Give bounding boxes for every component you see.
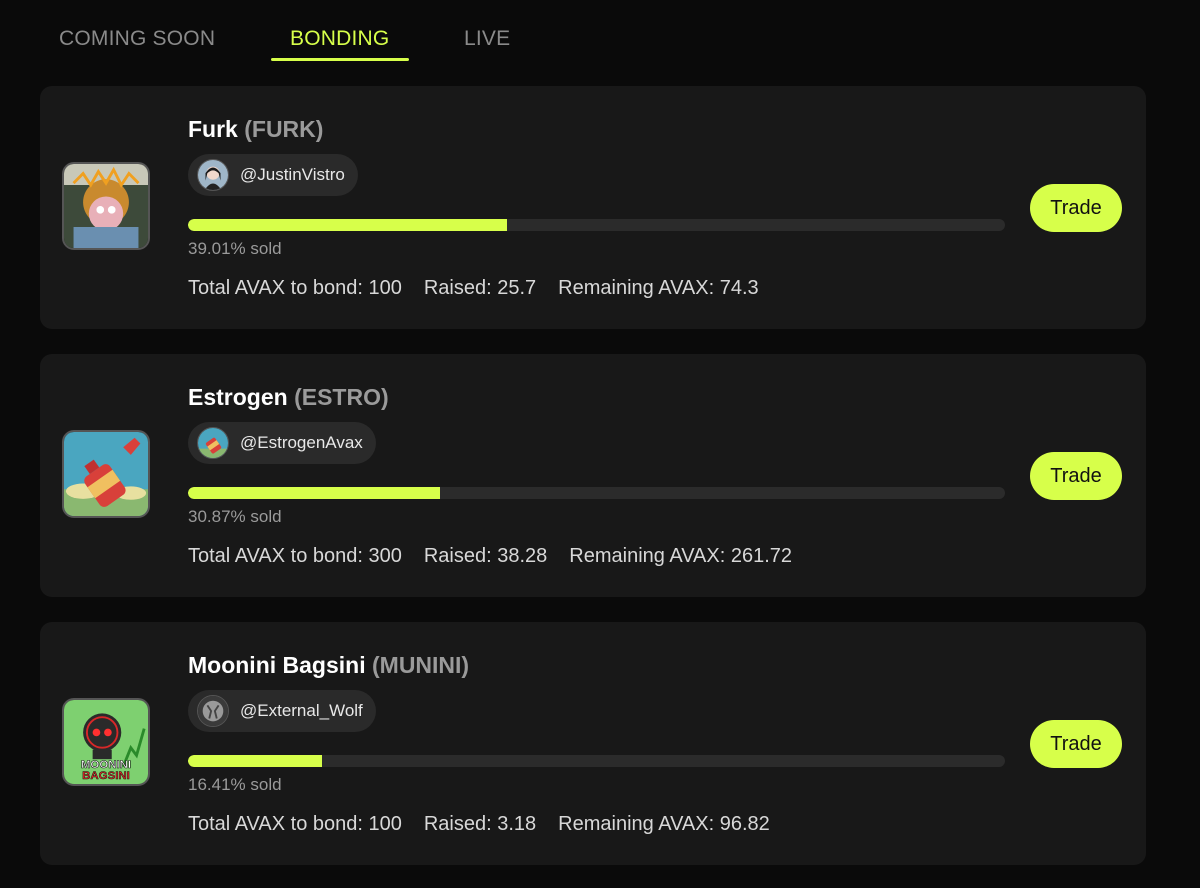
creator-avatar (197, 427, 229, 459)
remaining-avax: Remaining AVAX: 261.72 (569, 545, 793, 567)
creator-handle: @EstrogenAvax (240, 433, 363, 452)
token-ticker: (FURK) (244, 116, 324, 142)
token-ticker: (MUNINI) (372, 652, 470, 678)
tab-coming-soon[interactable]: COMING SOON (59, 27, 215, 51)
token-image[interactable] (62, 162, 150, 250)
token-title: Furk (FURK) (188, 116, 323, 143)
bonding-progress-bar (188, 219, 1005, 231)
creator-avatar (197, 159, 229, 191)
sold-percentage: 16.41% sold (188, 775, 282, 794)
remaining-avax: Remaining AVAX: 96.82 (558, 813, 770, 835)
tab-bonding[interactable]: BONDING (290, 27, 389, 51)
bonding-progress-bar (188, 755, 1005, 767)
token-title: Estrogen (ESTRO) (188, 384, 389, 411)
logo-text-top: MOONINI (81, 759, 131, 771)
token-image[interactable] (62, 430, 150, 518)
token-card[interactable]: Estrogen (ESTRO) @EstrogenAvax 30.87% so… (40, 354, 1146, 597)
bonding-progress-bar (188, 487, 1005, 499)
token-name: Moonini Bagsini (188, 652, 366, 678)
sold-percentage: 39.01% sold (188, 239, 282, 258)
bonding-progress-fill (188, 487, 441, 499)
token-title: Moonini Bagsini (MUNINI) (188, 652, 469, 679)
total-avax-to-bond: Total AVAX to bond: 300 (188, 545, 402, 567)
total-avax-to-bond: Total AVAX to bond: 100 (188, 813, 402, 835)
creator-pill[interactable]: @JustinVistro (188, 154, 358, 196)
remaining-avax: Remaining AVAX: 74.3 (558, 277, 759, 299)
bonding-progress-fill (188, 219, 507, 231)
bond-stats: Total AVAX to bond: 100 Raised: 3.18 Remai… (188, 813, 792, 836)
active-tab-indicator (271, 58, 409, 61)
raised-amount: Raised: 38.28 (423, 545, 548, 567)
creator-pill[interactable]: @External_Wolf (188, 690, 376, 732)
creator-avatar (197, 695, 229, 727)
token-card[interactable]: MOONINI BAGSINI Moonini Bagsini (MUNINI)… (40, 622, 1146, 865)
bond-stats: Total AVAX to bond: 100 Raised: 25.7 Remai… (188, 277, 781, 300)
trade-button[interactable]: Trade (1030, 452, 1122, 500)
sold-percentage: 30.87% sold (188, 507, 282, 526)
token-name: Estrogen (188, 384, 288, 410)
creator-pill[interactable]: @EstrogenAvax (188, 422, 376, 464)
token-image[interactable]: MOONINI BAGSINI (62, 698, 150, 786)
raised-amount: Raised: 3.18 (423, 813, 537, 835)
creator-handle: @External_Wolf (240, 701, 363, 720)
bonding-progress-fill (188, 755, 323, 767)
tab-bar: COMING SOON BONDING LIVE (0, 0, 1200, 70)
bond-stats: Total AVAX to bond: 300 Raised: 38.28 Rema… (188, 545, 814, 568)
total-avax-to-bond: Total AVAX to bond: 100 (188, 277, 402, 299)
creator-handle: @JustinVistro (240, 165, 345, 184)
trade-button[interactable]: Trade (1030, 720, 1122, 768)
token-name: Furk (188, 116, 238, 142)
raised-amount: Raised: 25.7 (423, 277, 537, 299)
token-card[interactable]: Furk (FURK) @JustinVistro 39.01% sold To… (40, 86, 1146, 329)
trade-button[interactable]: Trade (1030, 184, 1122, 232)
tab-live[interactable]: LIVE (464, 27, 510, 51)
logo-text-bottom: BAGSINI (82, 770, 130, 782)
token-ticker: (ESTRO) (294, 384, 389, 410)
